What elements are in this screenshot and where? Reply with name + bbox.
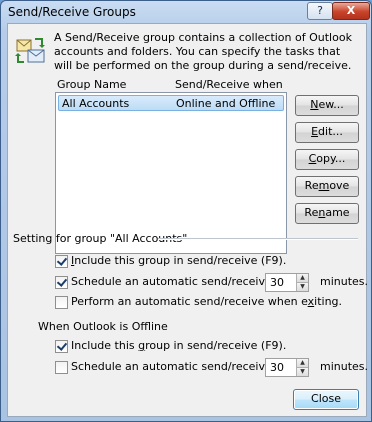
exit-checkbox[interactable] [55, 296, 68, 309]
title-bar[interactable]: Send/Receive Groups ? X [1, 1, 371, 23]
dialog-body: A Send/Receive group contains a collecti… [7, 23, 369, 417]
column-header-send-receive-when[interactable]: Send/Receive when [175, 78, 283, 91]
close-window-button[interactable]: X [332, 2, 370, 20]
online-include-label[interactable]: Include this group in send/receive (F9). [71, 254, 286, 267]
online-minutes-value[interactable]: 30 [270, 276, 284, 289]
list-item-all-accounts[interactable]: All Accounts Online and Offline [58, 95, 284, 111]
offline-schedule-checkbox[interactable] [55, 361, 68, 374]
groups-list[interactable]: All Accounts Online and Offline [55, 92, 287, 254]
new-button[interactable]: New... [295, 95, 359, 116]
copy-button[interactable]: Copy... [295, 149, 359, 170]
close-button[interactable]: Close [293, 389, 359, 410]
online-include-checkbox[interactable] [55, 255, 68, 268]
offline-minutes-unit: minutes. [320, 360, 369, 373]
online-schedule-checkbox[interactable] [55, 276, 68, 289]
section-divider [158, 238, 358, 240]
offline-minutes-spinner[interactable]: 30 ▲ ▼ [265, 358, 309, 377]
remove-button[interactable]: Remove [295, 176, 359, 197]
offline-settings-title: When Outlook is Offline [38, 320, 168, 333]
online-minutes-unit: minutes. [320, 275, 369, 288]
offline-include-label[interactable]: Include this group in send/receive (F9). [71, 339, 286, 352]
dialog-description: A Send/Receive group contains a collecti… [54, 31, 352, 72]
exit-label[interactable]: Perform an automatic send/receive when e… [71, 295, 342, 308]
help-button[interactable]: ? [307, 2, 333, 20]
online-minutes-spinner[interactable]: 30 ▲ ▼ [265, 273, 309, 292]
rename-button[interactable]: Rename [295, 203, 359, 224]
spin-up-icon[interactable]: ▲ [296, 274, 308, 283]
offline-minutes-value[interactable]: 30 [270, 361, 284, 374]
spin-down-icon[interactable]: ▼ [296, 368, 308, 376]
edit-button[interactable]: Edit... [295, 122, 359, 143]
send-receive-groups-icon [15, 38, 45, 63]
column-header-group-name[interactable]: Group Name [57, 78, 126, 91]
dialog-window: Send/Receive Groups ? X A Send/Receive g… [0, 0, 372, 422]
send-receive-when-cell: Online and Offline [176, 97, 276, 110]
group-name-cell: All Accounts [62, 97, 130, 110]
offline-include-checkbox[interactable] [55, 340, 68, 353]
spin-up-icon[interactable]: ▲ [296, 359, 308, 368]
window-title: Send/Receive Groups [8, 5, 136, 19]
spin-down-icon[interactable]: ▼ [296, 283, 308, 291]
